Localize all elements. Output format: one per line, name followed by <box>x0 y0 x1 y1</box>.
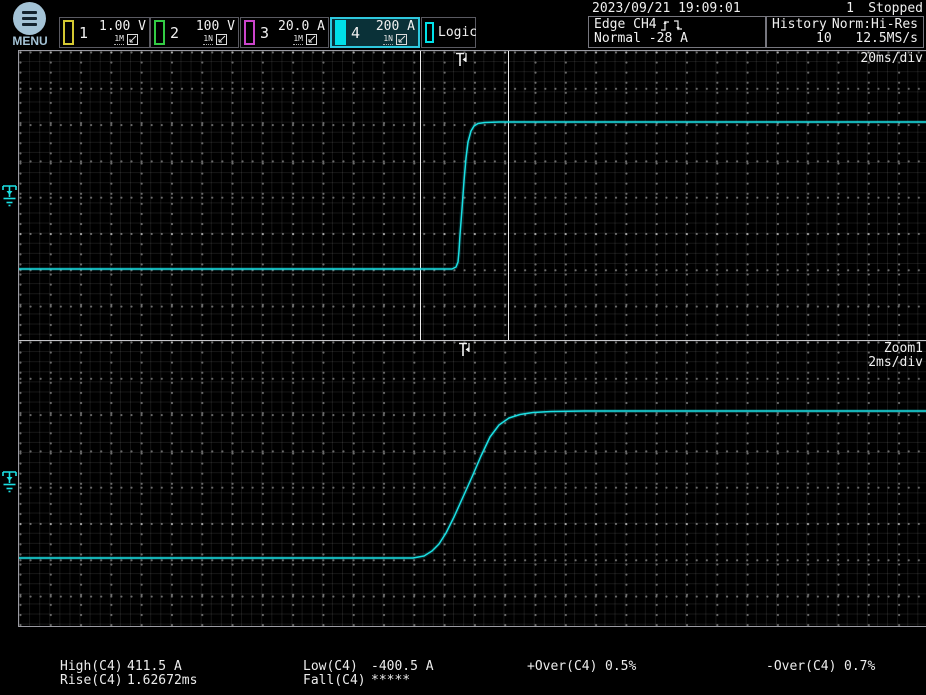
measurement-value: 1.62672ms <box>127 673 197 688</box>
channel-4-box[interactable]: 4 200 A 1N <box>330 17 420 48</box>
channel-3-coupling: 1M <box>293 34 303 45</box>
history-label: History <box>772 18 827 32</box>
logic-box[interactable]: Logic <box>421 17 476 48</box>
channel-4-coupling: 1N <box>383 34 393 45</box>
ch4-ground-marker-icon[interactable] <box>1 469 18 499</box>
probe-icon <box>306 34 317 45</box>
trigger-condition: Normal -28 A <box>594 32 688 46</box>
channel-3-color-bar <box>244 20 255 45</box>
datetime: 2023/09/21 19:09:01 <box>592 2 741 16</box>
acquisition-mode: Norm:Hi-Res <box>832 18 918 32</box>
measurement-value: -400.5 A <box>371 659 434 674</box>
measurement-value: 411.5 A <box>127 659 182 674</box>
main-waveform-window: 20ms/div <box>18 50 926 340</box>
measurement-value: ***** <box>371 673 410 688</box>
history-acquisition-box[interactable]: History Norm:Hi-Res 10 12.5MS/s <box>766 16 924 48</box>
measurement-label: +Over(C4) <box>527 659 597 674</box>
channel-1-color-bar <box>63 20 74 45</box>
trigger-mode-source: Edge CH4 <box>594 18 657 32</box>
trigger-settings-box[interactable]: Edge CH4 Normal -28 A <box>588 16 766 48</box>
edge-trigger-icon <box>661 19 685 32</box>
trigger-position-icon[interactable] <box>455 52 469 70</box>
channel-2-scale: 100 V <box>196 20 235 33</box>
main-waveform-trace <box>19 51 926 340</box>
logic-label: Logic <box>438 26 477 39</box>
measurement-label: Low(C4) <box>303 659 358 674</box>
probe-icon <box>127 34 138 45</box>
measurement-label: -Over(C4) <box>766 659 836 674</box>
channel-1-scale: 1.00 V <box>99 20 146 33</box>
trigger-position-icon[interactable] <box>458 342 472 360</box>
channel-4-number: 4 <box>351 24 360 42</box>
channel-2-number: 2 <box>170 24 179 42</box>
channel-2-coupling: 1N <box>203 34 213 45</box>
measurement-label: Fall(C4) <box>303 673 366 688</box>
channel-2-box[interactable]: 2 100 V 1N <box>150 17 239 48</box>
channel-3-box[interactable]: 3 20.0 A 1M <box>240 17 329 48</box>
ch4-ground-marker-icon[interactable] <box>1 183 18 213</box>
logic-color-bar <box>425 22 434 43</box>
zoom-waveform-trace <box>19 341 926 627</box>
channel-4-scale: 200 A <box>376 20 415 33</box>
channel-4-color-bar <box>335 20 346 45</box>
menu-button-label: MENU <box>4 34 56 48</box>
zoom-window-label: Zoom1 <box>884 342 923 356</box>
measurement-label: Rise(C4) <box>60 673 123 688</box>
probe-icon <box>396 34 407 45</box>
channel-2-color-bar <box>154 20 165 45</box>
measurement-value: 0.7% <box>844 659 875 674</box>
sample-rate: 12.5MS/s <box>855 32 918 46</box>
oscilloscope-screen: MENU 1 1.00 V 1M 2 100 V 1N <box>0 0 926 695</box>
measurement-value: 0.5% <box>605 659 636 674</box>
run-state: Stopped <box>868 2 923 16</box>
channel-1-box[interactable]: 1 1.00 V 1M <box>59 17 150 48</box>
channel-3-number: 3 <box>260 24 269 42</box>
channel-1-number: 1 <box>79 24 88 42</box>
menu-button[interactable] <box>13 2 46 35</box>
measurement-label: High(C4) <box>60 659 123 674</box>
history-count: 10 <box>816 32 832 46</box>
zoom-waveform-window: Zoom1 2ms/div <box>18 340 926 627</box>
main-timebase-label: 20ms/div <box>860 52 923 66</box>
channel-1-coupling: 1M <box>114 34 124 45</box>
probe-icon <box>216 34 227 45</box>
channel-3-scale: 20.0 A <box>278 20 325 33</box>
acquisition-count: 1 <box>832 2 854 16</box>
zoom-timebase-label: 2ms/div <box>868 356 923 370</box>
